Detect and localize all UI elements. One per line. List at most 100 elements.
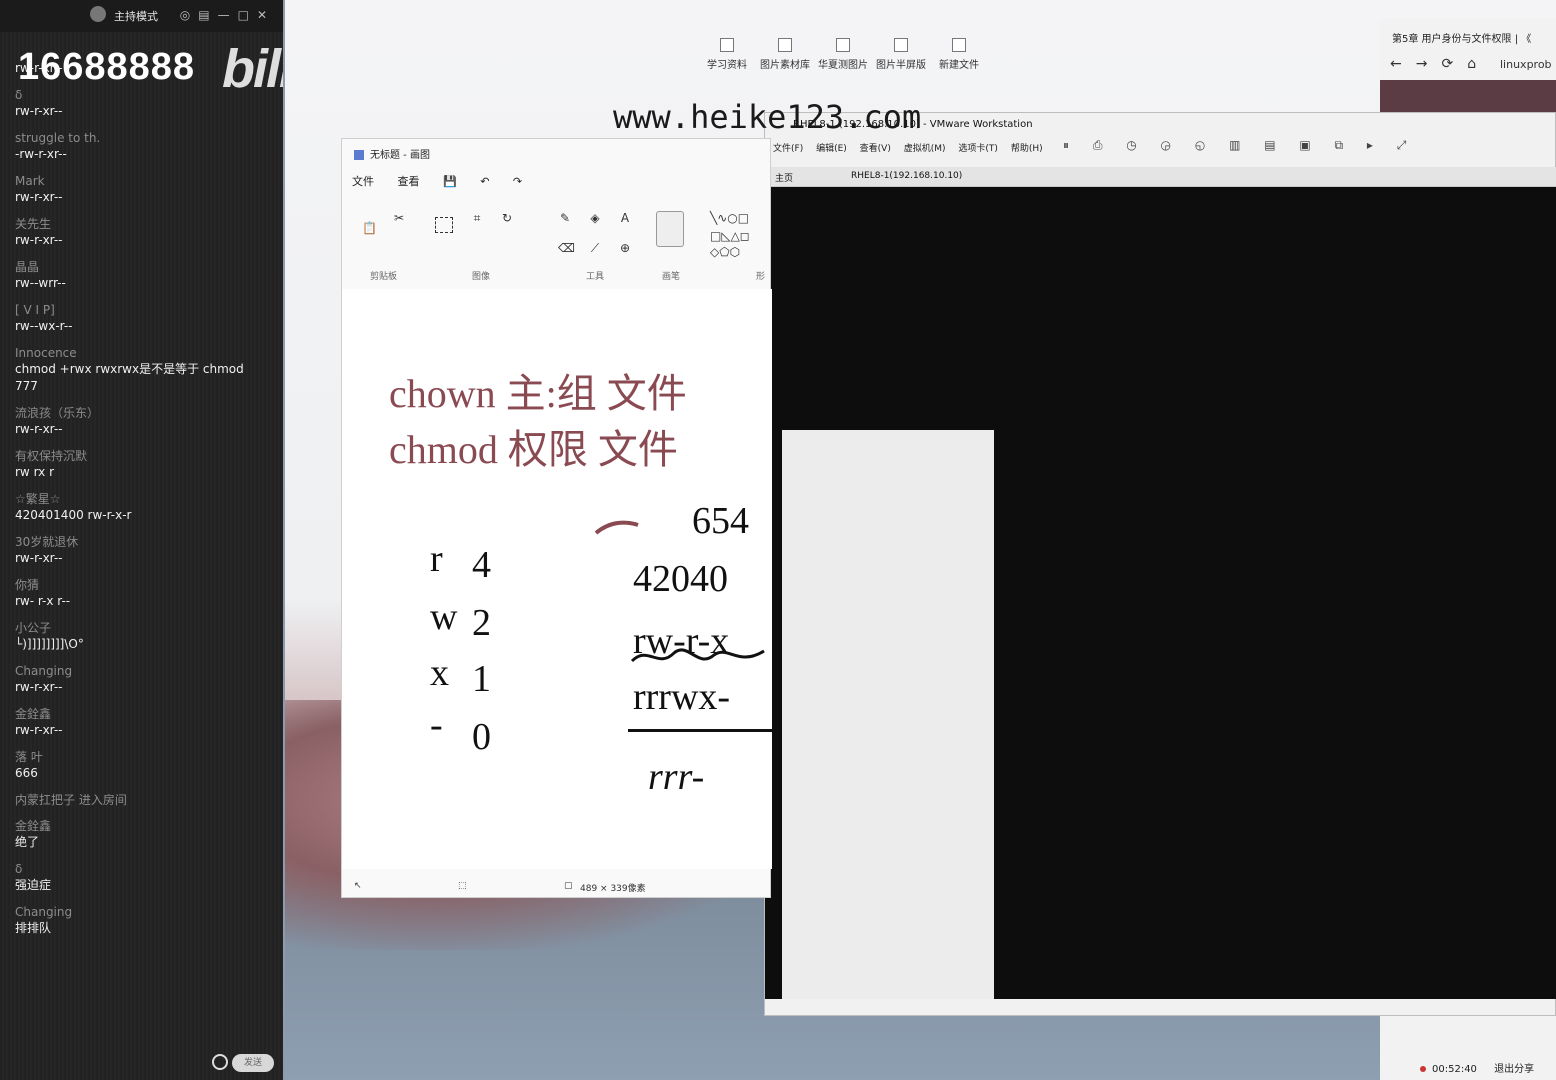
chat-text: rw-r-xr--	[15, 422, 63, 436]
desktop-icon-2[interactable]: 图片素材库	[757, 38, 813, 71]
paint-menu-view[interactable]: 查看	[398, 175, 420, 188]
chat-text: 666	[15, 766, 38, 780]
chat-nickname[interactable]: Innocence	[15, 345, 270, 361]
chat-nickname[interactable]: 有权保持沉默	[15, 448, 270, 464]
crop-icon[interactable]: ⌗	[470, 211, 484, 225]
paint-canvas[interactable]: chown 主:组 文件 chmod 权限 文件 r w x - 4 2 1 0…	[342, 289, 772, 869]
chat-message: 金銓鑫 rw-r-xr--	[15, 706, 270, 739]
paste-icon[interactable]: 📋	[362, 221, 377, 235]
brushes-icon[interactable]	[656, 211, 684, 247]
color-picker-icon[interactable]: ⟋	[588, 241, 602, 255]
chat-message: 你猜 rw- r-x r--	[15, 577, 270, 610]
chat-list[interactable]: rw-r-xr-- δ rw-r-xr-- struggle to th. -rw-r-…	[15, 60, 270, 947]
chat-nickname[interactable]: Mark	[15, 173, 270, 189]
chat-nickname[interactable]: 你猜	[15, 577, 270, 593]
chat-nickname[interactable]: 小公子	[15, 620, 270, 636]
vmware-toolbar[interactable]: ⏸ ⎙ ◷ ◶ ◵ ▥ ▤ ▣ ⧉ ▸ ⤢	[1063, 138, 1416, 153]
digits-654: 654	[692, 500, 749, 542]
window-controls-icon[interactable]: ◎▤—□✕	[180, 8, 275, 22]
vm-menu-help[interactable]: 帮助(H)	[1011, 144, 1043, 154]
watermark: www.heike123.com	[613, 98, 922, 136]
desktop-icon-5[interactable]: 新建文件	[931, 38, 987, 71]
chat-nickname[interactable]: Changing	[15, 904, 270, 920]
symbol-r: r	[430, 538, 443, 580]
desktop-icon-label: 新建文件	[939, 60, 979, 71]
desktop-icon-4[interactable]: 图片半屏版	[873, 38, 929, 71]
group-image: 图像	[472, 272, 491, 282]
chat-nickname[interactable]: struggle to th.	[15, 130, 270, 146]
vm-menu-edit[interactable]: 编辑(E)	[816, 144, 847, 154]
chat-nickname[interactable]: 晶晶	[15, 259, 270, 275]
fill-icon[interactable]: ◈	[588, 211, 602, 225]
avatar[interactable]	[90, 6, 106, 22]
chat-text: 绝了	[15, 835, 40, 849]
vm-menu-vm[interactable]: 虚拟机(M)	[904, 144, 946, 154]
desktop-icon-3[interactable]: 华夏测图片	[815, 38, 871, 71]
desktop-icon-1[interactable]: 学习资料	[699, 38, 755, 71]
chat-text: rw--wx-r--	[15, 319, 73, 333]
browser-nav-buttons[interactable]: ←→⟳⌂	[1390, 56, 1490, 72]
chat-nickname[interactable]: 内蒙扛把子 进入房间	[15, 792, 270, 808]
symbol-x: x	[430, 652, 449, 694]
chat-nickname[interactable]: [ V I P]	[15, 302, 270, 318]
shapes-icon[interactable]: ╲∿○□	[710, 211, 770, 225]
share-status: 00:52:40 退出分享	[1420, 1060, 1534, 1075]
magnifier-icon[interactable]: ⊕	[618, 241, 632, 255]
chat-message: 流浪孩（乐东） rw-r-xr--	[15, 405, 270, 438]
chat-nickname[interactable]: 落 叶	[15, 749, 270, 765]
browser-tab[interactable]: 第5章 用户身份与文件权限 | 《	[1392, 30, 1531, 45]
exit-share-button[interactable]: 退出分享	[1494, 1064, 1534, 1075]
browser-url[interactable]: linuxprob	[1500, 58, 1552, 71]
text-icon[interactable]: A	[618, 211, 632, 225]
select-tool-icon[interactable]	[435, 217, 453, 233]
tab-vm[interactable]: RHEL8-1(192.168.10.10)	[851, 171, 962, 181]
live-chat-sidebar: 主持模式 ◎▤—□✕ rw-r-xr-- δ rw-r-xr-- struggle t…	[0, 0, 283, 1080]
chat-nickname[interactable]: Changing	[15, 663, 270, 679]
chat-message: 晶晶 rw--wrr--	[15, 259, 270, 292]
host-mode-label[interactable]: 主持模式	[114, 8, 158, 24]
chat-nickname[interactable]: 关先生	[15, 216, 270, 232]
chat-nickname[interactable]: 金銓鑫	[15, 818, 270, 834]
shapes-icon-3[interactable]: ◇⬠⬡	[710, 245, 770, 259]
selection-icon: ⬚	[458, 881, 467, 891]
chat-nickname[interactable]: 流浪孩（乐东）	[15, 405, 270, 421]
chat-nickname[interactable]: 金銓鑫	[15, 706, 270, 722]
chat-nickname[interactable]: 30岁就退休	[15, 534, 270, 550]
group-shapes: 形	[756, 272, 766, 282]
vm-menu-file[interactable]: 文件(F)	[773, 144, 803, 154]
group-brushes: 画笔	[662, 272, 681, 282]
rotate-icon[interactable]: ↻	[500, 211, 514, 225]
chat-text: rw-r-xr--	[15, 104, 63, 118]
paint-statusbar: ↖ ⬚ ▢ 489 × 339像素	[342, 875, 772, 899]
chat-nickname[interactable]: δ	[15, 861, 270, 877]
canvas-line-chown: chown 主:组 文件	[389, 371, 687, 416]
group-tools: 工具	[586, 272, 605, 282]
vm-menu-view[interactable]: 查看(V)	[860, 144, 891, 154]
chat-message: 内蒙扛把子 进入房间	[15, 792, 270, 808]
chat-text: rw rx r	[15, 465, 55, 479]
paint-menu-file[interactable]: 文件	[352, 175, 374, 188]
value-2: 2	[472, 602, 491, 644]
pencil-icon[interactable]: ✎	[558, 211, 572, 225]
tab-home[interactable]: 主页	[775, 171, 793, 184]
send-button[interactable]: 发送	[232, 1054, 274, 1072]
shortcut-icon	[836, 38, 850, 52]
canvas-size: 489 × 339像素	[580, 884, 646, 894]
vm-menu-tabs[interactable]: 选项卡(T)	[958, 144, 998, 154]
paint-title-text: 无标题 - 画图	[370, 150, 430, 161]
chat-message: Innocence chmod +rwx rwxrwx是不是等于 chmod 77…	[15, 345, 270, 395]
record-dot-icon	[1420, 1066, 1426, 1072]
emoji-icon[interactable]	[212, 1054, 228, 1070]
redo-icon[interactable]: ↷	[513, 175, 522, 188]
paint-app-icon	[354, 150, 364, 160]
undo-icon[interactable]: ↶	[480, 175, 489, 188]
vm-console[interactable]	[765, 187, 1556, 999]
desktop-icon-label: 学习资料	[707, 60, 747, 71]
shapes-icon-2[interactable]: □◺△◻	[710, 229, 770, 243]
save-icon[interactable]: 💾	[443, 175, 457, 188]
cut-icon[interactable]: ✂	[392, 211, 406, 225]
vm-boot-panel	[782, 430, 994, 999]
chat-nickname[interactable]: ☆繁星☆	[15, 491, 270, 507]
eraser-icon[interactable]: ⌫	[558, 241, 575, 255]
canvas-line-chmod: chmod 权限 文件	[389, 427, 678, 472]
